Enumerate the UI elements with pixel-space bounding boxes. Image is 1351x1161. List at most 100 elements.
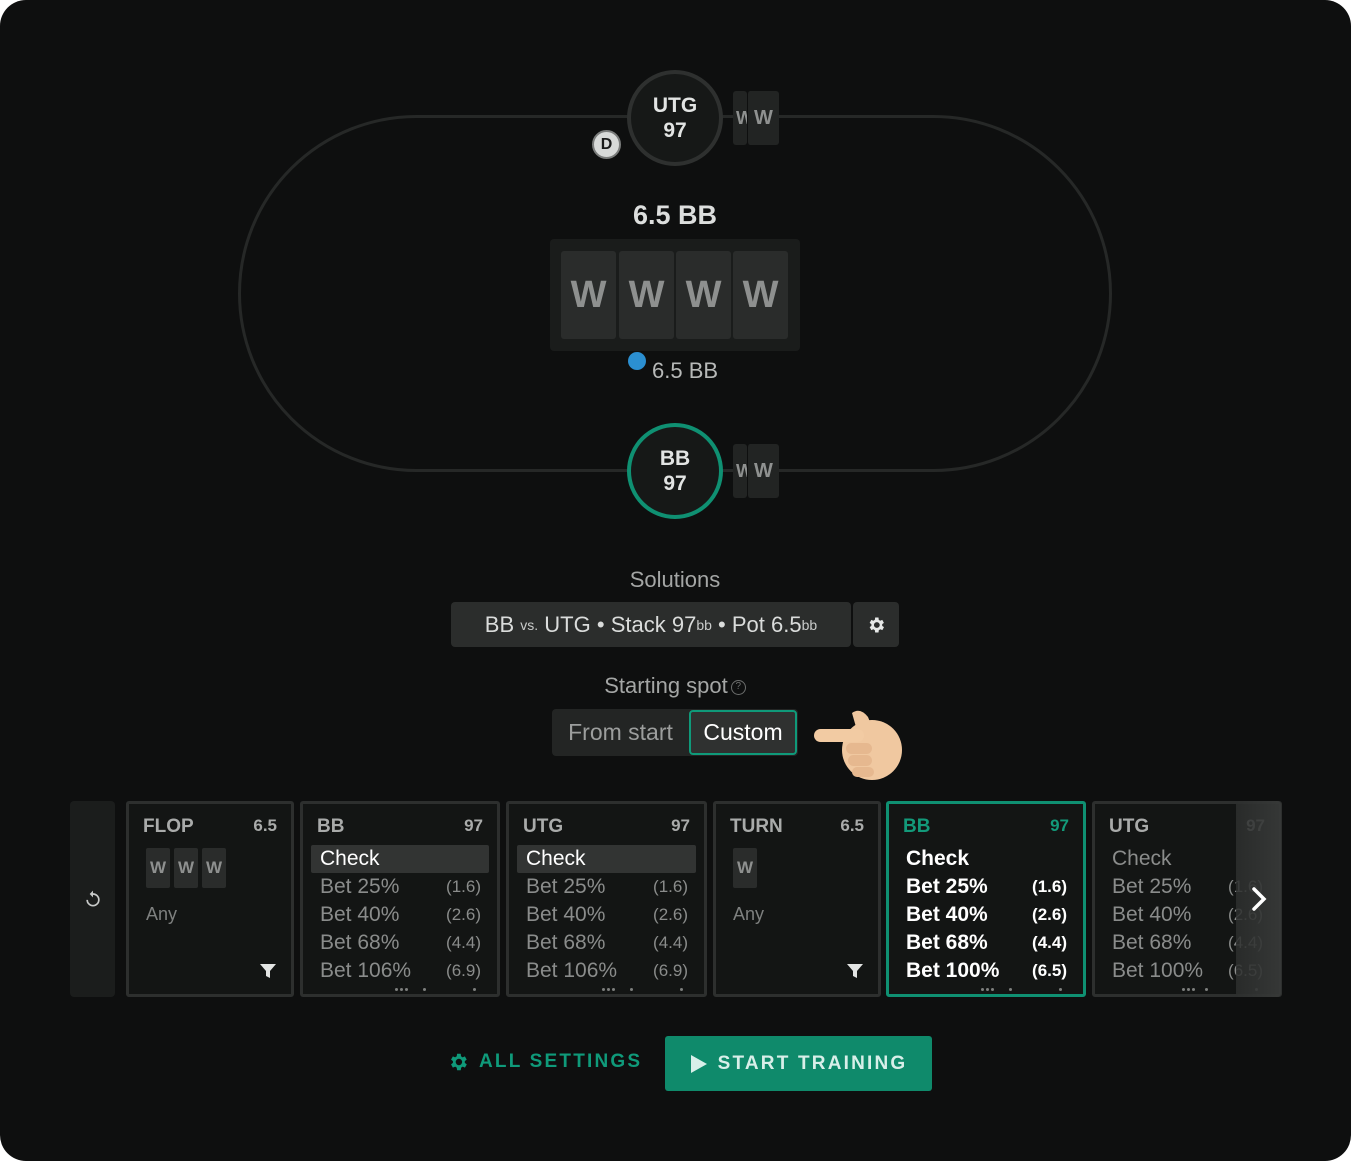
- action-option[interactable]: Bet 106% (6.9): [517, 957, 696, 985]
- street-node[interactable]: FLOP 6.5 W W W Any: [126, 801, 294, 997]
- node-title: UTG: [1109, 816, 1150, 837]
- solutions-label: Solutions: [629, 567, 721, 592]
- action-label: Bet 68%: [1112, 931, 1192, 954]
- more-actions-indicator: [303, 984, 497, 994]
- node-value: 97: [1050, 816, 1069, 835]
- filter-icon[interactable]: [259, 962, 277, 980]
- starting-spot-label: Starting spot?: [560, 673, 790, 699]
- card-back: W: [733, 91, 753, 145]
- node-title: UTG: [523, 816, 564, 837]
- pointing-hand-icon: [814, 710, 902, 780]
- action-option[interactable]: Bet 40% (2.6): [517, 901, 696, 929]
- action-option[interactable]: Bet 106% (6.9): [311, 957, 489, 985]
- board-card: W: [676, 251, 731, 339]
- action-label: Bet 25%: [320, 875, 400, 898]
- seat-utg[interactable]: UTG 97: [627, 70, 723, 166]
- action-option[interactable]: Bet 68% (4.4): [897, 929, 1075, 957]
- more-actions-indicator: [889, 984, 1083, 994]
- help-icon[interactable]: ?: [730, 680, 746, 695]
- node-header: UTG 97: [523, 816, 690, 840]
- all-settings-button[interactable]: ALL SETTINGS: [447, 1042, 642, 1082]
- action-option[interactable]: Bet 40% (2.6): [897, 901, 1075, 929]
- action-size: (6.9): [446, 961, 481, 980]
- node-title: BB: [317, 816, 345, 837]
- board-card: W: [733, 251, 788, 339]
- reset-button[interactable]: [70, 801, 115, 997]
- action-label: Check: [906, 847, 970, 870]
- player-node[interactable]: BB 97 Check Bet 25% (1.6) Bet 40% (2.6) Bet 68%…: [300, 801, 500, 997]
- action-size: (1.6): [1032, 877, 1067, 896]
- seat-bb[interactable]: BB 97: [627, 423, 723, 519]
- solution-selector[interactable]: BB vs. UTG • Stack 97 bb • Pot 6.5 bb: [451, 602, 851, 647]
- card-back: W: [733, 444, 753, 498]
- seat-position: UTG: [652, 94, 698, 117]
- action-option[interactable]: Check: [897, 845, 1075, 873]
- seat-position: BB: [659, 447, 691, 470]
- more-actions-indicator: [509, 984, 704, 994]
- card-back: W: [747, 91, 779, 145]
- action-size: (4.4): [653, 933, 688, 952]
- action-label: Bet 68%: [906, 931, 988, 954]
- node-header: FLOP 6.5: [143, 816, 277, 840]
- card-back: W: [174, 848, 198, 888]
- player-node[interactable]: BB 97 Check Bet 25% (1.6) Bet 40% (2.6) Bet 68%…: [886, 801, 1086, 997]
- utg-hole-cards: W W: [733, 91, 779, 145]
- node-value: 6.5: [253, 816, 277, 835]
- seat-stack: 97: [663, 119, 687, 142]
- action-size: (1.6): [446, 877, 481, 896]
- action-label: Check: [526, 847, 586, 870]
- action-label: Bet 68%: [320, 931, 400, 954]
- pot-size: 6.5 BB: [632, 200, 718, 230]
- action-size: (2.6): [653, 905, 688, 924]
- action-size: (1.6): [653, 877, 688, 896]
- node-title: BB: [903, 816, 931, 837]
- filter-icon[interactable]: [846, 962, 864, 980]
- action-option[interactable]: Bet 40% (2.6): [311, 901, 489, 929]
- option-from-start[interactable]: From start: [552, 709, 689, 756]
- option-custom[interactable]: Custom: [689, 710, 797, 755]
- action-size: (6.9): [653, 961, 688, 980]
- node-header: TURN 6.5: [730, 816, 864, 840]
- action-size: (6.5): [1032, 961, 1067, 980]
- action-option[interactable]: Bet 25% (1.6): [311, 873, 489, 901]
- action-option[interactable]: Bet 25% (1.6): [517, 873, 696, 901]
- action-size: (4.4): [1032, 933, 1067, 952]
- action-label: Check: [1112, 847, 1172, 870]
- start-training-label: START TRAINING: [717, 1052, 908, 1074]
- board-cards: W W W W: [550, 239, 800, 351]
- action-option[interactable]: Bet 68% (4.4): [311, 929, 489, 957]
- action-label: Bet 106%: [320, 959, 412, 982]
- chips-amount: 6.5 BB: [652, 358, 719, 383]
- card-back: W: [202, 848, 226, 888]
- start-training-button[interactable]: START TRAINING: [665, 1036, 932, 1091]
- action-label: Bet 106%: [526, 959, 618, 982]
- action-option[interactable]: Check: [311, 845, 489, 873]
- card-back: W: [733, 848, 757, 888]
- action-option[interactable]: Check: [517, 845, 696, 873]
- board-card: W: [561, 251, 616, 339]
- solution-settings-button[interactable]: [853, 602, 899, 647]
- node-title: TURN: [730, 816, 783, 837]
- action-label: Bet 68%: [526, 931, 606, 954]
- action-label: Bet 25%: [1112, 875, 1192, 898]
- reset-icon: [85, 890, 100, 907]
- action-size: (2.6): [1032, 905, 1067, 924]
- player-node[interactable]: UTG 97 Check Bet 25% (1.6) Bet 40% (2.6) Bet 68…: [506, 801, 707, 997]
- action-label: Bet 25%: [526, 875, 606, 898]
- dealer-button: D: [592, 130, 621, 159]
- node-header: BB 97: [317, 816, 483, 840]
- scroll-right-button[interactable]: [1236, 801, 1281, 997]
- play-icon: [690, 1054, 707, 1073]
- node-value: 97: [464, 816, 483, 835]
- street-node[interactable]: TURN 6.5 W Any: [713, 801, 881, 997]
- range-label: Any: [146, 904, 178, 924]
- action-option[interactable]: Bet 68% (4.4): [517, 929, 696, 957]
- action-option[interactable]: Bet 100% (6.5): [897, 957, 1075, 985]
- action-option[interactable]: Bet 25% (1.6): [897, 873, 1075, 901]
- node-value: 97: [671, 816, 690, 835]
- street-cards: WWW: [146, 848, 226, 888]
- action-label: Check: [320, 847, 380, 870]
- board-card: W: [619, 251, 674, 339]
- bb-hole-cards: W W: [733, 444, 779, 498]
- card-back: W: [146, 848, 170, 888]
